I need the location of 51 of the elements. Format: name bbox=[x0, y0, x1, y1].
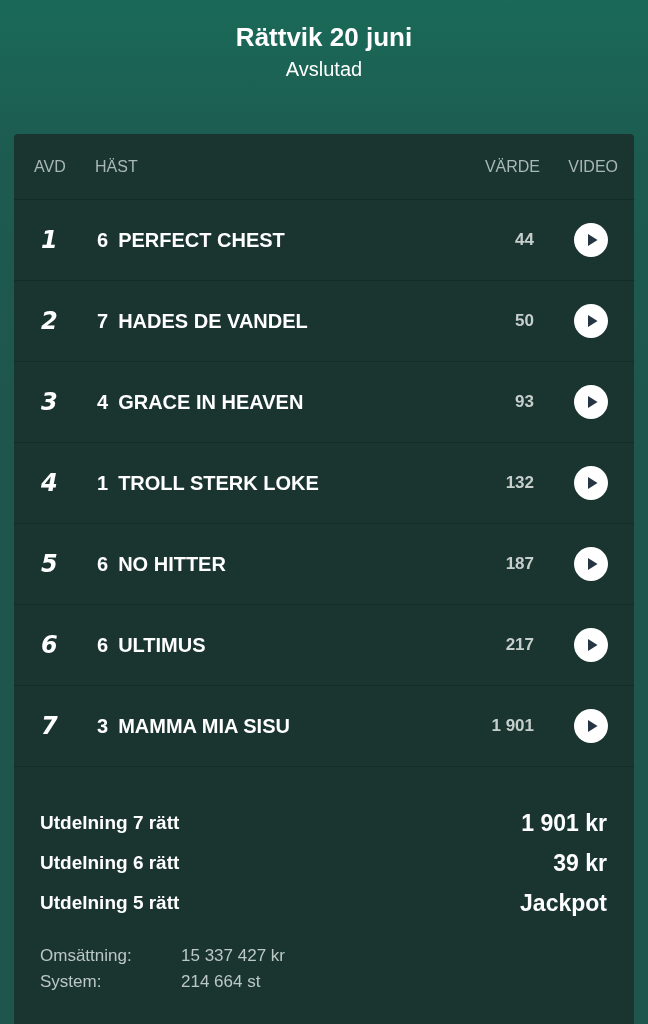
payout-amount: Jackpot bbox=[520, 889, 607, 917]
odds-value: 44 bbox=[515, 230, 534, 250]
horse-number: 6 bbox=[97, 228, 109, 252]
play-icon[interactable] bbox=[574, 385, 608, 419]
horse-name: GRACE IN HEAVEN bbox=[118, 390, 304, 414]
column-header: VIDEO bbox=[568, 156, 618, 177]
race-number: 1 bbox=[41, 226, 58, 254]
payout-amount: 1 901 kr bbox=[521, 809, 607, 837]
play-icon[interactable] bbox=[574, 628, 608, 662]
payout-label: Utdelning 5 rätt bbox=[40, 892, 180, 914]
horse-number: 6 bbox=[97, 633, 109, 657]
odds-value: 93 bbox=[515, 392, 534, 412]
odds-value: 187 bbox=[505, 554, 534, 574]
horse-name: MAMMA MIA SISU bbox=[118, 714, 290, 738]
play-icon[interactable] bbox=[574, 304, 608, 338]
payout-amount: 39 kr bbox=[553, 849, 607, 877]
odds-value: 1 901 bbox=[491, 716, 534, 736]
play-icon[interactable] bbox=[574, 466, 608, 500]
stat-label: Omsättning: bbox=[40, 946, 132, 965]
odds-value: 217 bbox=[505, 635, 534, 655]
stat-value: 214 664 st bbox=[181, 972, 261, 992]
horse-name: ULTIMUS bbox=[118, 633, 206, 657]
column-header: VÄRDE bbox=[484, 156, 540, 177]
column-header: HÄST bbox=[95, 157, 138, 175]
horse-number: 4 bbox=[97, 390, 109, 414]
payout-label: Utdelning 6 rätt bbox=[40, 852, 180, 874]
horse-number: 7 bbox=[97, 309, 109, 333]
play-icon[interactable] bbox=[574, 709, 608, 743]
column-header: AVD bbox=[34, 157, 66, 175]
play-icon[interactable] bbox=[574, 223, 608, 257]
race-number: 3 bbox=[41, 388, 58, 416]
race-number: 7 bbox=[41, 712, 58, 740]
horse-number: 3 bbox=[97, 714, 109, 738]
race-number: 2 bbox=[41, 307, 58, 335]
horse-number: 6 bbox=[97, 552, 109, 576]
stat-label: System: bbox=[40, 972, 102, 991]
stat-value: 15 337 427 kr bbox=[181, 946, 285, 966]
race-number: 5 bbox=[41, 550, 58, 578]
race-status: Avslutad bbox=[285, 57, 363, 81]
horse-name: PERFECT CHEST bbox=[118, 228, 285, 252]
payout-label: Utdelning 7 rätt bbox=[40, 812, 180, 834]
horse-number: 1 bbox=[97, 471, 109, 495]
race-title: Rättvik 20 juni bbox=[235, 21, 413, 53]
odds-value: 132 bbox=[505, 473, 534, 493]
horse-name: NO HITTER bbox=[118, 552, 226, 576]
horse-name: TROLL STERK LOKE bbox=[118, 471, 319, 495]
horse-name: HADES DE VANDEL bbox=[118, 309, 308, 333]
play-icon[interactable] bbox=[574, 547, 608, 581]
odds-value: 50 bbox=[515, 311, 534, 331]
race-number: 6 bbox=[41, 631, 58, 659]
race-number: 4 bbox=[41, 469, 58, 497]
